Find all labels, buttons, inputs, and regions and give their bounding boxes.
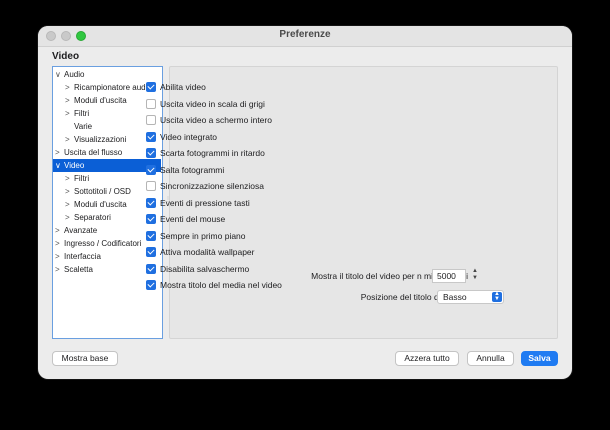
chevron-right-icon[interactable]: > bbox=[55, 146, 60, 159]
tree-item[interactable]: ∨ Video bbox=[53, 159, 161, 172]
tree-item-label: Moduli d'uscita bbox=[74, 96, 127, 105]
stepper-up-icon[interactable]: ▲ bbox=[470, 268, 480, 275]
window-title: Preferenze bbox=[279, 29, 331, 40]
chevron-down-icon[interactable]: ∨ bbox=[55, 68, 61, 81]
chevron-right-icon[interactable]: > bbox=[65, 107, 70, 120]
preferences-window: Preferenze Video ∨ Audio > Ricampionatore a… bbox=[38, 26, 572, 379]
option-label: Scarta fotogrammi in ritardo bbox=[160, 148, 265, 158]
tree-item[interactable]: > Scaletta bbox=[53, 263, 161, 276]
tree-item-label: Varie bbox=[74, 122, 93, 131]
option-label: Attiva modalità wallpaper bbox=[160, 247, 255, 257]
title-duration-stepper[interactable]: ▲ ▼ bbox=[470, 268, 480, 283]
tree-item[interactable]: > Moduli d'uscita bbox=[53, 198, 161, 211]
tree-item-label: Video bbox=[64, 161, 85, 170]
tree-item[interactable]: > Filtri bbox=[53, 107, 161, 120]
option-label: Eventi del mouse bbox=[160, 214, 226, 224]
chevron-right-icon[interactable]: > bbox=[65, 94, 70, 107]
title-position-value: Basso bbox=[443, 292, 467, 302]
save-button[interactable]: Salva bbox=[521, 351, 558, 366]
tree-item-label: Separatori bbox=[74, 213, 111, 222]
tree-item-label: Uscita del flusso bbox=[64, 148, 123, 157]
option-label: Abilita video bbox=[160, 82, 206, 92]
option-label: Uscita video in scala di grigi bbox=[160, 98, 265, 109]
chevron-right-icon[interactable]: > bbox=[65, 198, 70, 211]
tree-item-label: Interfaccia bbox=[64, 252, 101, 261]
tree-item-label: Ingresso / Codificatori bbox=[64, 239, 142, 248]
tree-item-label: Ricampionatore audio bbox=[74, 83, 152, 92]
tree-item-label: Avanzate bbox=[64, 226, 98, 235]
tree-item[interactable]: > Avanzate bbox=[53, 224, 161, 237]
title-duration-input[interactable]: 5000 bbox=[432, 269, 466, 283]
option-label: Eventi di pressione tasti bbox=[160, 197, 250, 208]
show-basic-button[interactable]: Mostra base bbox=[52, 351, 118, 366]
option-label: Video integrato bbox=[160, 131, 218, 142]
tree-item[interactable]: > Ricampionatore audio bbox=[53, 81, 161, 94]
option-label: Disabilita salvaschermo bbox=[160, 263, 250, 274]
tree-item-label: Filtri bbox=[74, 109, 90, 118]
tree-item[interactable]: > Ingresso / Codificatori bbox=[53, 237, 161, 250]
tree-item-label: Audio bbox=[64, 70, 85, 79]
chevron-right-icon[interactable]: > bbox=[65, 133, 70, 146]
chevron-right-icon[interactable]: > bbox=[65, 81, 70, 94]
option-label: Salta fotogrammi bbox=[160, 164, 225, 175]
tree-item-label: Filtri bbox=[74, 174, 90, 183]
checkbox-unchecked[interactable] bbox=[146, 181, 156, 191]
cancel-button[interactable]: Annulla bbox=[467, 351, 514, 366]
section-title: Video bbox=[52, 51, 80, 62]
tree-item[interactable]: Varie bbox=[53, 120, 161, 133]
tree-item[interactable]: > Separatori bbox=[53, 211, 161, 224]
tree-item-label: Moduli d'uscita bbox=[74, 200, 127, 209]
checkbox-checked[interactable] bbox=[146, 148, 156, 158]
tree-item-label: Visualizzazioni bbox=[74, 135, 127, 144]
checkbox-checked[interactable] bbox=[146, 164, 156, 175]
tree-item-label: Sottotitoli / OSD bbox=[74, 187, 131, 196]
tree-item[interactable]: > Visualizzazioni bbox=[53, 133, 161, 146]
reset-all-button[interactable]: Azzera tutto bbox=[395, 351, 459, 366]
option-label: Sincronizzazione silenziosa bbox=[160, 181, 264, 191]
chevron-right-icon[interactable]: > bbox=[55, 250, 60, 263]
tree-item[interactable]: > Sottotitoli / OSD bbox=[53, 185, 161, 198]
chevron-right-icon[interactable]: > bbox=[55, 237, 60, 250]
checkbox-checked[interactable] bbox=[146, 263, 156, 274]
chevron-right-icon[interactable]: > bbox=[55, 263, 60, 276]
stepper-down-icon[interactable]: ▼ bbox=[470, 275, 480, 282]
checkbox-checked[interactable] bbox=[146, 197, 156, 208]
chevron-right-icon[interactable]: > bbox=[55, 224, 60, 237]
tree-item[interactable]: > Moduli d'uscita bbox=[53, 94, 161, 107]
checkbox-checked[interactable] bbox=[146, 247, 156, 257]
chevron-right-icon[interactable]: > bbox=[65, 185, 70, 198]
option-label: Uscita video a schermo intero bbox=[160, 115, 272, 125]
tree-item-label: Scaletta bbox=[64, 265, 93, 274]
chevron-right-icon[interactable]: > bbox=[65, 211, 70, 224]
checkbox-checked[interactable] bbox=[146, 82, 156, 92]
checkbox-unchecked[interactable] bbox=[146, 115, 156, 125]
checkbox-checked[interactable] bbox=[146, 214, 156, 224]
option-label: Sempre in primo piano bbox=[160, 230, 246, 241]
tree-item[interactable]: > Filtri bbox=[53, 172, 161, 185]
tree-item[interactable]: ∨ Audio bbox=[53, 68, 161, 81]
title-bar: Preferenze bbox=[38, 26, 572, 47]
tree-item[interactable]: > Uscita del flusso bbox=[53, 146, 161, 159]
chevron-right-icon[interactable]: > bbox=[65, 172, 70, 185]
checkbox-checked[interactable] bbox=[146, 131, 156, 142]
checkbox-checked[interactable] bbox=[146, 280, 156, 290]
chevron-down-icon[interactable]: ∨ bbox=[55, 159, 61, 172]
tree-item[interactable]: > Interfaccia bbox=[53, 250, 161, 263]
checkbox-checked[interactable] bbox=[146, 230, 156, 241]
select-arrows-icon: ▲ ▼ bbox=[492, 291, 502, 302]
checkbox-unchecked[interactable] bbox=[146, 98, 156, 109]
title-position-select[interactable]: Basso ▲ ▼ bbox=[437, 290, 504, 304]
